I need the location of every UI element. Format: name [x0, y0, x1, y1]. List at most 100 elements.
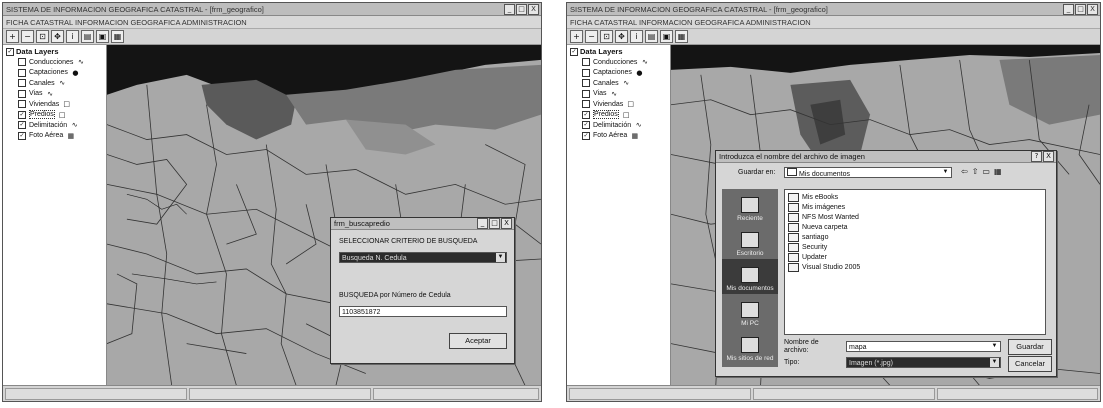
folder-icon	[788, 262, 799, 272]
layer-checkbox[interactable]	[582, 68, 590, 77]
layer-checkbox[interactable]	[18, 100, 26, 109]
layer-checkbox[interactable]	[18, 58, 26, 67]
layer-checkbox[interactable]: ✓	[582, 110, 590, 119]
maximize-button[interactable]: □	[516, 4, 527, 15]
layer-checkbox[interactable]: ✓	[18, 131, 26, 140]
save-icon[interactable]: ▣	[96, 30, 109, 43]
save-in-select[interactable]: Mis documentos ▼	[784, 167, 952, 178]
layer-viviendas[interactable]: Viviendas □	[570, 99, 670, 110]
layer-checkbox[interactable]	[582, 89, 590, 98]
layer-predios[interactable]: ✓ Predios □	[570, 110, 670, 121]
chevron-down-icon[interactable]: ▼	[941, 168, 950, 177]
list-item[interactable]: Mis imágenes	[788, 202, 1042, 212]
help-button[interactable]: ?	[1031, 151, 1042, 162]
menu-items[interactable]: FICHA CATASTRAL INFORMACION GEOGRAFICA A…	[6, 18, 247, 27]
layer-checkbox[interactable]: ✓	[18, 110, 26, 119]
minimize-button[interactable]: _	[477, 218, 488, 229]
place-desktop[interactable]: Escritorio	[722, 224, 778, 259]
checkbox-icon[interactable]: ✓	[570, 47, 578, 56]
minimize-button[interactable]: _	[504, 4, 515, 15]
zoom-in-icon[interactable]: +	[570, 30, 583, 43]
export-icon[interactable]: ▦	[675, 30, 688, 43]
layer-conducciones[interactable]: Conducciones ∿	[6, 57, 106, 68]
chevron-down-icon[interactable]: ▼	[990, 342, 999, 351]
list-item[interactable]: NFS Most Wanted	[788, 212, 1042, 222]
map-canvas[interactable]: frm_buscapredio _ □ X SELECCIONAR CRITER…	[107, 45, 541, 385]
map-canvas[interactable]: Introduzca el nombre del archivo de imag…	[671, 45, 1100, 385]
layer-delimitacion[interactable]: ✓ Delimitación ∿	[6, 120, 106, 131]
line-symbol-icon: ∿	[635, 121, 642, 130]
list-item[interactable]: Visual Studio 2005	[788, 262, 1042, 272]
layer-checkbox[interactable]: ✓	[18, 121, 26, 130]
zoom-out-icon[interactable]: −	[21, 30, 34, 43]
chevron-down-icon[interactable]: ▼	[990, 358, 999, 367]
layer-checkbox[interactable]	[582, 79, 590, 88]
cedula-input[interactable]: 1103851872	[339, 306, 507, 317]
maximize-button[interactable]: □	[489, 218, 500, 229]
layer-checkbox[interactable]	[18, 68, 26, 77]
layer-canales[interactable]: Canales ∿	[570, 78, 670, 89]
close-button[interactable]: X	[528, 4, 539, 15]
maximize-button[interactable]: □	[1075, 4, 1086, 15]
layer-checkbox[interactable]	[18, 79, 26, 88]
layer-captaciones[interactable]: Captaciones ●	[570, 68, 670, 79]
views-icon[interactable]: ▦	[994, 167, 1002, 176]
filename-input[interactable]: mapa ▼	[846, 341, 1001, 352]
list-item[interactable]: Security	[788, 242, 1042, 252]
cancel-button[interactable]: Cancelar	[1008, 356, 1052, 372]
zoom-out-icon[interactable]: −	[585, 30, 598, 43]
back-icon[interactable]: ⇦	[961, 167, 968, 176]
zoom-extent-icon[interactable]: ⊡	[36, 30, 49, 43]
layer-label: Foto Aérea	[29, 132, 64, 140]
identify-icon[interactable]: i	[66, 30, 79, 43]
layer-checkbox[interactable]	[582, 58, 590, 67]
zoom-in-icon[interactable]: +	[6, 30, 19, 43]
zoom-extent-icon[interactable]: ⊡	[600, 30, 613, 43]
list-item[interactable]: santiago	[788, 232, 1042, 242]
accept-button[interactable]: Aceptar	[449, 333, 507, 349]
layer-foto-aerea[interactable]: ✓ Foto Aérea ▦	[570, 131, 670, 142]
layer-checkbox[interactable]: ✓	[582, 121, 590, 130]
layer-checkbox[interactable]: ✓	[582, 131, 590, 140]
place-my-computer[interactable]: Mi PC	[722, 294, 778, 329]
layer-checkbox[interactable]	[582, 100, 590, 109]
pan-icon[interactable]: ✥	[51, 30, 64, 43]
criteria-select[interactable]: Busqueda N. Cedula ▼	[339, 252, 507, 263]
layer-viviendas[interactable]: Viviendas □	[6, 99, 106, 110]
place-my-documents[interactable]: Mis documentos	[722, 259, 778, 294]
place-network[interactable]: Mis sitios de red	[722, 329, 778, 364]
layer-conducciones[interactable]: Conducciones ∿	[570, 57, 670, 68]
minimize-button[interactable]: _	[1063, 4, 1074, 15]
file-list[interactable]: Mis eBooks Mis imágenes NFS Most Wanted …	[784, 189, 1046, 335]
print-icon[interactable]: ▤	[81, 30, 94, 43]
layer-captaciones[interactable]: Captaciones ●	[6, 68, 106, 79]
layer-checkbox[interactable]	[18, 89, 26, 98]
identify-icon[interactable]: i	[630, 30, 643, 43]
close-button[interactable]: X	[501, 218, 512, 229]
chevron-down-icon[interactable]: ▼	[496, 253, 505, 262]
save-button[interactable]: Guardar	[1008, 339, 1052, 355]
layer-vias[interactable]: Vias ∿	[6, 89, 106, 100]
list-item[interactable]: Updater	[788, 252, 1042, 262]
checkbox-icon[interactable]: ✓	[6, 47, 14, 56]
new-folder-icon[interactable]: ▭	[982, 167, 990, 176]
print-icon[interactable]: ▤	[645, 30, 658, 43]
layers-title: Data Layers	[16, 47, 59, 56]
layer-vias[interactable]: Vias ∿	[570, 89, 670, 100]
menu-items[interactable]: FICHA CATASTRAL INFORMACION GEOGRAFICA A…	[570, 18, 811, 27]
close-button[interactable]: X	[1087, 4, 1098, 15]
layer-canales[interactable]: Canales ∿	[6, 78, 106, 89]
pan-icon[interactable]: ✥	[615, 30, 628, 43]
place-label: Mis sitios de red	[726, 355, 774, 362]
list-item[interactable]: Nueva carpeta	[788, 222, 1042, 232]
list-item[interactable]: Mis eBooks	[788, 192, 1042, 202]
file-type-select[interactable]: Imagen (*.jpg) ▼	[846, 357, 1001, 368]
layer-delimitacion[interactable]: ✓ Delimitación ∿	[570, 120, 670, 131]
layer-predios[interactable]: ✓ Predios □	[6, 110, 106, 121]
save-icon[interactable]: ▣	[660, 30, 673, 43]
close-button[interactable]: X	[1043, 151, 1054, 162]
place-recent[interactable]: Reciente	[722, 189, 778, 224]
layer-foto-aerea[interactable]: ✓ Foto Aérea ▦	[6, 131, 106, 142]
export-icon[interactable]: ▦	[111, 30, 124, 43]
up-folder-icon[interactable]: ⇧	[972, 167, 979, 176]
